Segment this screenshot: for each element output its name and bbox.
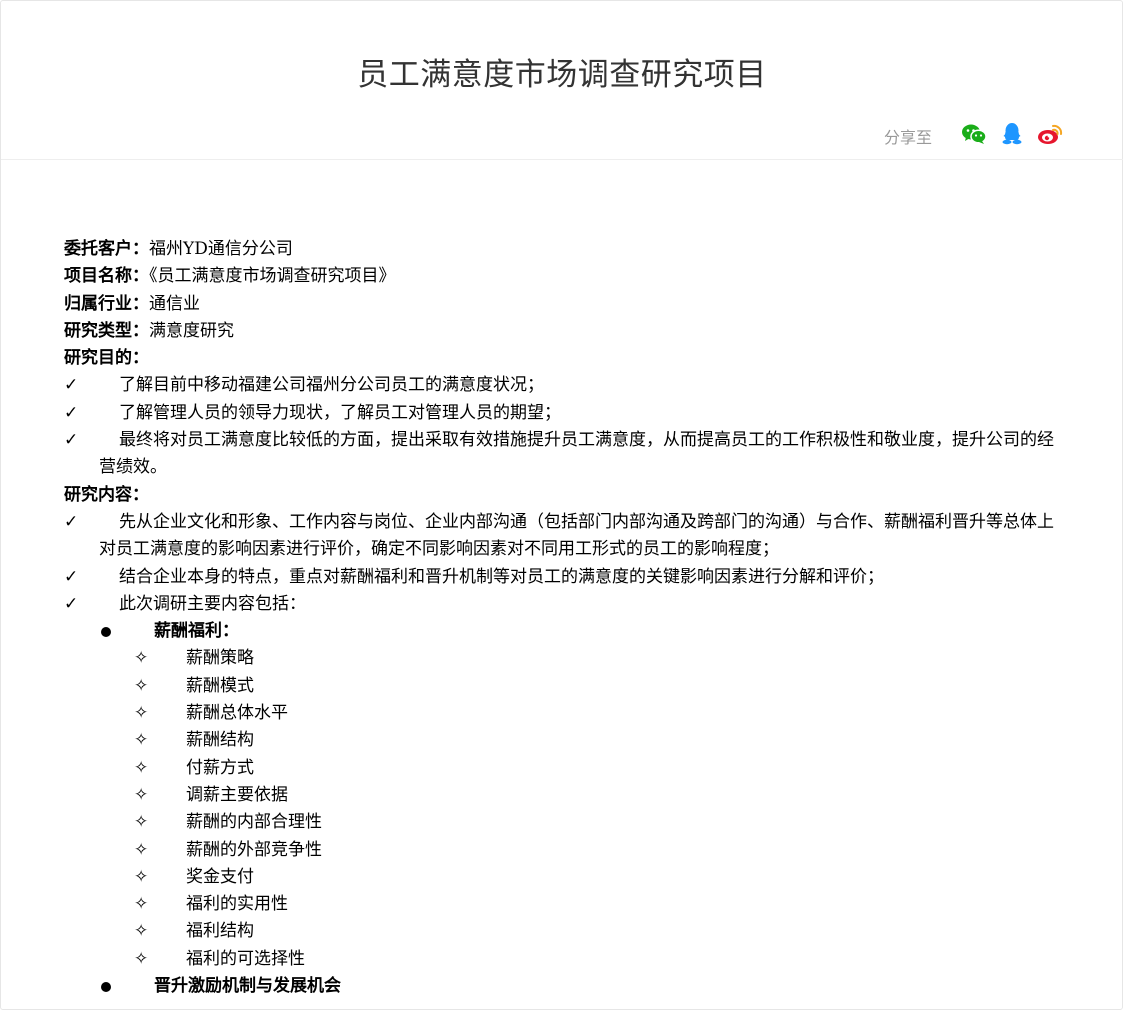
client-line: 委托客户：福州YD通信分公司 <box>64 236 1064 263</box>
share-bar: 分享至 <box>884 122 1063 150</box>
purpose-item: ✓ 了解管理人员的领导力现状，了解员工对管理人员的期望； <box>64 400 1064 427</box>
industry-value: 通信业 <box>149 293 200 314</box>
qq-icon[interactable] <box>1002 122 1022 150</box>
section-title: 晋升激励机制与发展机会 <box>64 973 1064 1000</box>
check-mark-icon: ✓ <box>64 593 79 614</box>
purpose-item: ✓ 最终将对员工满意度比较低的方面，提出采取有效措施提升员工满意度，从而提高员工的… <box>64 427 1059 482</box>
diamond-star-icon: ✧ <box>134 839 149 860</box>
industry-label: 归属行业： <box>64 293 149 314</box>
section-title: 薪酬福利： <box>64 618 1064 645</box>
diamond-star-icon: ✧ <box>134 784 149 805</box>
article-header: 员工满意度市场调查研究项目 分享至 <box>1 1 1123 160</box>
list-item: ✧ 薪酬的内部合理性 <box>64 809 1064 836</box>
list-item: ✧ 福利的实用性 <box>64 891 1064 918</box>
type-value: 满意度研究 <box>149 320 234 341</box>
diamond-star-icon: ✧ <box>134 648 149 669</box>
project-label: 项目名称： <box>64 266 149 287</box>
diamond-star-icon: ✧ <box>134 757 149 778</box>
list-item: ✧ 福利结构 <box>64 918 1064 945</box>
diamond-star-icon: ✧ <box>134 866 149 887</box>
list-item: ✧ 薪酬结构 <box>64 727 1064 754</box>
type-line: 研究类型：满意度研究 <box>64 318 1064 345</box>
client-label: 委托客户： <box>64 239 149 259</box>
diamond-star-icon: ✧ <box>134 948 149 969</box>
client-value: 福州YD通信分公司 <box>149 239 293 259</box>
list-item: ✧ 奖金支付 <box>64 864 1064 891</box>
list-item: ✧ 薪酬的外部竞争性 <box>64 837 1064 864</box>
page-title: 员工满意度市场调查研究项目 <box>357 57 767 93</box>
list-item: ✧ 福利的可选择性 <box>64 946 1064 973</box>
bullet-dot-icon <box>101 982 111 993</box>
industry-line: 归属行业：通信业 <box>64 291 1064 318</box>
purpose-item: ✓ 了解目前中移动福建公司福州分公司员工的满意度状况； <box>64 372 1064 399</box>
content-item: ✓ 结合企业本身的特点，重点对薪酬福利和晋升机制等对员工的满意度的关键影响因素进行… <box>64 564 1064 591</box>
check-mark-icon: ✓ <box>64 402 79 423</box>
list-item: ✧ 薪酬模式 <box>64 673 1064 700</box>
diamond-star-icon: ✧ <box>134 921 149 942</box>
diamond-star-icon: ✧ <box>134 730 149 751</box>
list-item: ✧ 薪酬总体水平 <box>64 700 1064 727</box>
diamond-star-icon: ✧ <box>134 812 149 833</box>
check-mark-icon: ✓ <box>64 511 79 532</box>
bullet-dot-icon <box>101 627 111 638</box>
project-line: 项目名称：《员工满意度市场调查研究项目》 <box>64 263 1064 290</box>
diamond-star-icon: ✧ <box>134 675 149 696</box>
project-value: 《员工满意度市场调查研究项目》 <box>149 266 396 287</box>
check-mark-icon: ✓ <box>64 430 79 451</box>
list-item: ✧ 付薪方式 <box>64 755 1064 782</box>
article-body: 委托客户：福州YD通信分公司 项目名称：《员工满意度市场调查研究项目》 归属行业… <box>64 236 1064 1000</box>
list-item: ✧ 薪酬策略 <box>64 645 1064 672</box>
weibo-icon[interactable] <box>1037 123 1063 149</box>
content-item: ✓ 先从企业文化和形象、工作内容与岗位、企业内部沟通（包括部门内部沟通及跨部门的沟… <box>64 509 1059 564</box>
diamond-star-icon: ✧ <box>134 703 149 724</box>
share-label: 分享至 <box>883 128 932 147</box>
purpose-heading: 研究目的： <box>64 348 149 369</box>
content-item: ✓ 此次调研主要内容包括： <box>64 591 1064 618</box>
diamond-star-icon: ✧ <box>134 894 149 915</box>
wechat-icon[interactable] <box>961 123 987 149</box>
check-mark-icon: ✓ <box>64 566 79 587</box>
list-item: ✧ 调薪主要依据 <box>64 782 1064 809</box>
content-heading: 研究内容： <box>64 484 149 505</box>
type-label: 研究类型： <box>64 320 149 341</box>
check-mark-icon: ✓ <box>64 375 79 396</box>
